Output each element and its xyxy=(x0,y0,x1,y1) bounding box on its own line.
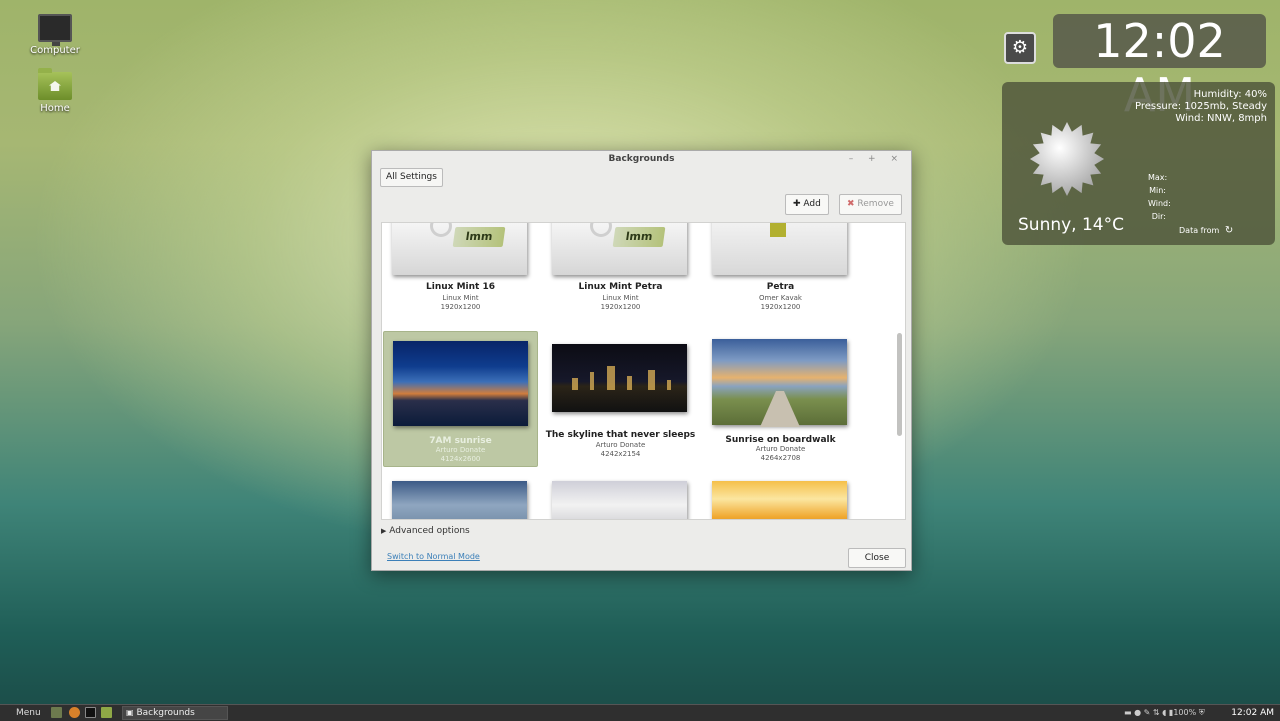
window-icon: ▣ xyxy=(126,708,134,717)
wallpaper-thumbnail xyxy=(712,481,847,519)
wallpaper-grid: lmm Linux Mint 16 Linux Mint 1920x1200 l… xyxy=(381,222,906,520)
wallpaper-author: Linux Mint xyxy=(602,294,639,302)
wallpaper-author: Arturo Donate xyxy=(755,445,806,453)
firefox-icon[interactable] xyxy=(69,707,80,718)
files-icon[interactable] xyxy=(101,707,112,718)
network-icon[interactable]: ⇅ xyxy=(1153,708,1160,717)
advanced-options-label: Advanced options xyxy=(389,526,470,536)
wallpaper-name: Linux Mint Petra xyxy=(578,282,663,292)
wind-label: Wind: xyxy=(1148,199,1171,208)
removable-drive-icon[interactable]: ▬ xyxy=(1124,708,1132,717)
wallpaper-item[interactable]: Sunrise on boardwalk Arturo Donate 4264x… xyxy=(703,331,858,467)
window-title: Backgrounds xyxy=(608,154,675,164)
wallpaper-item[interactable]: lmm Linux Mint Petra Linux Mint 1920x120… xyxy=(543,223,698,349)
pen-icon[interactable]: ✎ xyxy=(1144,708,1151,717)
advanced-options-expander[interactable]: ▶ Advanced options xyxy=(381,526,470,536)
switch-normal-mode-link[interactable]: Switch to Normal Mode xyxy=(387,552,480,561)
desktop-icon-home[interactable]: Home xyxy=(20,68,90,114)
wallpaper-name: The skyline that never sleeps xyxy=(545,430,696,440)
add-button[interactable]: ✚ Add xyxy=(785,194,829,215)
pressure-text: Pressure: 1025mb, Steady xyxy=(1135,101,1267,112)
wallpaper-author: Linux Mint xyxy=(442,294,479,302)
wallpaper-name: Sunrise on boardwalk xyxy=(725,435,836,445)
max-label: Max: xyxy=(1148,173,1168,182)
update-shield-icon[interactable]: ⛨ xyxy=(1199,708,1205,717)
clock-settings-icon[interactable]: ⚙ xyxy=(1004,32,1036,64)
volume-icon[interactable]: ◖ xyxy=(1162,708,1166,717)
wallpaper-size: 4124x2600 xyxy=(440,455,481,463)
computer-icon xyxy=(38,14,72,46)
desktop-icon-computer[interactable]: Computer xyxy=(20,14,90,56)
wallpaper-item[interactable]: The skyline that never sleeps Arturo Don… xyxy=(543,331,698,467)
expander-arrow-icon: ▶ xyxy=(381,527,387,535)
refresh-icon[interactable]: ↻ xyxy=(1225,225,1233,236)
wallpaper-author: Omer Kavak xyxy=(759,294,802,302)
taskbar: Menu ▣ Backgrounds ▬ ● ✎ ⇅ ◖ ▮100% ⛨ 12:… xyxy=(0,704,1280,721)
wallpaper-item[interactable] xyxy=(703,473,858,519)
data-source-label: Data from xyxy=(1179,226,1220,235)
wallpaper-size: 1920x1200 xyxy=(760,303,801,311)
battery-level: 100% xyxy=(1173,708,1197,717)
humidity-text: Humidity: 40% xyxy=(1193,89,1267,100)
wallpaper-size: 4242x2154 xyxy=(600,450,641,458)
add-label: Add xyxy=(803,199,821,209)
taskbar-window-label: Backgrounds xyxy=(136,708,195,718)
wind-text: Wind: NNW, 8mph xyxy=(1175,113,1267,124)
clock-desklet: 12:02 AM xyxy=(1053,14,1266,122)
wallpaper-size: 1920x1200 xyxy=(440,303,481,311)
terminal-icon[interactable] xyxy=(85,707,96,718)
wallpaper-item[interactable] xyxy=(543,473,698,519)
wallpaper-thumbnail: lmm xyxy=(552,223,687,275)
sun-icon xyxy=(1029,121,1105,197)
wallpaper-name: Petra xyxy=(766,282,795,292)
show-desktop-icon[interactable] xyxy=(51,707,62,718)
system-tray: ▬ ● ✎ ⇅ ◖ ▮100% ⛨ xyxy=(1124,705,1205,721)
remove-button[interactable]: ✖ Remove xyxy=(839,194,902,215)
data-source: Data from ↻ xyxy=(1179,225,1233,236)
backgrounds-dialog: Backgrounds – + × All Settings ✚ Add ✖ R… xyxy=(371,150,912,571)
user-icon[interactable]: ● xyxy=(1134,708,1141,717)
wallpaper-item[interactable]: lmm Linux Mint 16 Linux Mint 1920x1200 xyxy=(383,223,538,349)
close-button[interactable]: Close xyxy=(848,548,906,568)
menu-button[interactable]: Menu xyxy=(16,705,41,721)
all-settings-button[interactable]: All Settings xyxy=(380,168,443,187)
remove-icon: ✖ xyxy=(847,199,855,209)
wallpaper-size: 1920x1200 xyxy=(600,303,641,311)
wallpaper-thumbnail xyxy=(552,344,687,412)
desktop-icon-label: Computer xyxy=(30,45,80,56)
taskbar-clock[interactable]: 12:02 AM xyxy=(1231,705,1274,721)
wallpaper-thumbnail xyxy=(393,341,528,426)
desktop-icon-label: Home xyxy=(40,103,70,114)
wallpaper-thumbnail xyxy=(712,223,847,275)
wallpaper-author: Arturo Donate xyxy=(435,446,486,454)
wallpaper-name: 7AM sunrise xyxy=(429,436,492,446)
wallpaper-item-selected[interactable]: 7AM sunrise Arturo Donate 4124x2600 xyxy=(383,331,538,467)
window-controls[interactable]: – + × xyxy=(849,151,904,168)
wallpaper-item[interactable]: Petra Omer Kavak 1920x1200 xyxy=(703,223,858,349)
weather-desklet: Humidity: 40% Pressure: 1025mb, Steady W… xyxy=(1002,82,1275,245)
wallpaper-thumbnail xyxy=(712,339,847,427)
plus-icon: ✚ xyxy=(793,199,801,209)
wallpaper-thumbnail: lmm xyxy=(392,223,527,275)
wallpaper-thumbnail xyxy=(392,481,527,519)
dir-label: Dir: xyxy=(1151,212,1166,221)
home-folder-icon xyxy=(38,68,72,100)
wallpaper-size: 4264x2708 xyxy=(760,454,801,462)
wallpaper-item[interactable] xyxy=(383,473,538,519)
taskbar-window-backgrounds[interactable]: ▣ Backgrounds xyxy=(122,706,228,720)
remove-label: Remove xyxy=(857,199,894,209)
weather-condition: Sunny, 14°C xyxy=(1018,215,1124,235)
wallpaper-thumbnail xyxy=(552,481,687,519)
wallpaper-name: Linux Mint 16 xyxy=(426,282,495,292)
wallpaper-author: Arturo Donate xyxy=(595,441,646,449)
scrollbar[interactable] xyxy=(897,333,902,436)
min-label: Min: xyxy=(1149,186,1166,195)
